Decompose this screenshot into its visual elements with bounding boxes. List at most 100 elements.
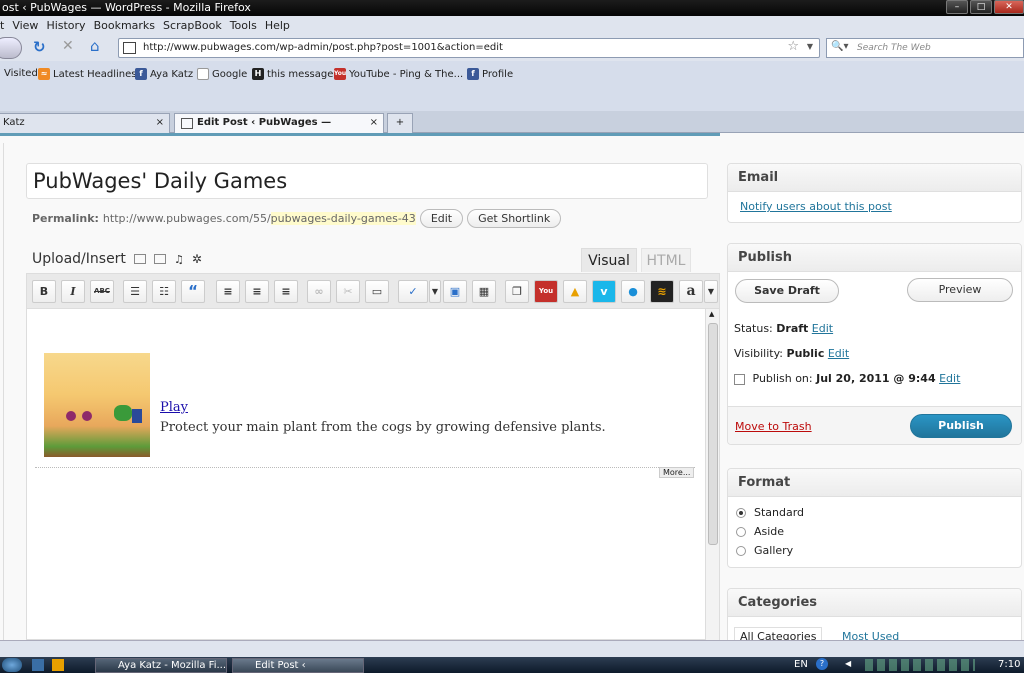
- blockquote-button[interactable]: “: [181, 280, 205, 303]
- help-tray-icon[interactable]: ?: [816, 658, 828, 670]
- add-audio-icon[interactable]: ♫: [174, 253, 184, 266]
- start-icon[interactable]: [2, 658, 22, 672]
- menu-item-scrapbook[interactable]: ScrapBook: [159, 19, 226, 32]
- add-media-icon[interactable]: ✲: [192, 252, 202, 266]
- align-center-icon[interactable]: ≡: [245, 280, 269, 303]
- bookmark-visited[interactable]: Visited: [4, 68, 38, 79]
- kitchen-sink-icon[interactable]: ▦: [472, 280, 496, 303]
- tab-html[interactable]: HTML: [641, 248, 691, 272]
- post-title-input[interactable]: PubWages' Daily Games: [26, 163, 708, 199]
- youtube-icon[interactable]: You: [534, 280, 558, 303]
- task-aya-katz[interactable]: Aya Katz - Mozilla Fi...: [95, 658, 227, 673]
- get-shortlink-button[interactable]: Get Shortlink: [467, 209, 562, 228]
- tray-expand-icon[interactable]: ◀: [845, 659, 851, 668]
- add-image-icon[interactable]: [133, 254, 146, 264]
- tab-aya-katz[interactable]: Katz ×: [0, 113, 170, 133]
- clock[interactable]: 7:10: [998, 659, 1020, 670]
- show-desktop-icon[interactable]: [32, 659, 44, 671]
- menu-item-view[interactable]: View: [8, 19, 42, 32]
- editor-content-area[interactable]: Play Protect your main plant from the co…: [26, 309, 720, 640]
- close-tab-icon[interactable]: ×: [370, 114, 378, 132]
- edit-visibility-link[interactable]: Edit: [828, 347, 849, 360]
- spellcheck-icon[interactable]: ✓: [398, 280, 428, 303]
- permalink-slug[interactable]: pubwages-daily-games-43: [270, 212, 416, 225]
- strikethrough-button[interactable]: ABC: [90, 280, 114, 303]
- save-draft-button[interactable]: Save Draft: [735, 279, 839, 303]
- language-indicator[interactable]: EN: [794, 659, 808, 670]
- firefox-quicklaunch-icon[interactable]: [52, 659, 64, 671]
- task-edit-post[interactable]: Edit Post ‹ PubWage...: [232, 658, 364, 685]
- bookmark-aya-katz[interactable]: f Aya Katz: [135, 68, 193, 80]
- search-icon[interactable]: 🔍▾: [831, 41, 848, 52]
- hubpages-icon: H: [252, 68, 264, 80]
- link-icon[interactable]: ∞: [307, 280, 331, 303]
- format-option-gallery[interactable]: Gallery: [736, 544, 793, 557]
- edit-date-link[interactable]: Edit: [939, 372, 960, 385]
- menu-item-bookmarks[interactable]: Bookmarks: [90, 19, 159, 32]
- add-video-icon[interactable]: [153, 254, 166, 264]
- spellcheck-dropdown-icon[interactable]: ▼: [429, 280, 441, 303]
- italic-button[interactable]: I: [61, 280, 85, 303]
- editor-scrollbar[interactable]: ▲: [705, 309, 719, 640]
- tab-edit-post[interactable]: Edit Post ‹ PubWages — WordPress ×: [174, 113, 384, 146]
- format-option-standard[interactable]: Standard: [736, 506, 804, 519]
- move-to-trash-link[interactable]: Move to Trash: [735, 420, 812, 433]
- tab-most-used[interactable]: Most Used: [842, 630, 899, 640]
- bookmark-google[interactable]: Google: [197, 68, 247, 80]
- format-option-aside[interactable]: Aside: [736, 525, 784, 538]
- bookmark-youtube[interactable]: You YouTube - Ping & The...: [334, 68, 463, 80]
- edit-status-link[interactable]: Edit: [812, 322, 833, 335]
- align-left-icon[interactable]: ≡: [216, 280, 240, 303]
- vimeo-icon[interactable]: v: [592, 280, 616, 303]
- menu-item-help[interactable]: Help: [261, 19, 294, 32]
- play-circle-icon[interactable]: ●: [621, 280, 645, 303]
- maximize-icon[interactable]: □: [970, 0, 992, 14]
- minimize-icon[interactable]: –: [946, 0, 968, 14]
- preview-button[interactable]: Preview: [907, 278, 1013, 302]
- menu-item-history[interactable]: History: [42, 19, 89, 32]
- bookmark-profile[interactable]: f Profile: [467, 68, 513, 80]
- comment-icon[interactable]: ❐: [505, 280, 529, 303]
- edit-permalink-button[interactable]: Edit: [419, 209, 464, 228]
- home-icon[interactable]: ⌂: [90, 37, 100, 55]
- bullet-list-icon[interactable]: ☰: [123, 280, 147, 303]
- new-tab-icon[interactable]: +: [387, 113, 413, 133]
- reload-icon[interactable]: ↻: [33, 38, 46, 56]
- menu-item-edit[interactable]: t: [0, 19, 8, 32]
- rss-icon: ≈: [38, 68, 50, 80]
- amazon-icon[interactable]: a: [679, 280, 703, 303]
- play-link[interactable]: Play: [160, 400, 188, 415]
- close-tab-icon[interactable]: ×: [156, 114, 164, 132]
- publish-button[interactable]: Publish: [910, 414, 1012, 438]
- game-thumbnail-image[interactable]: [44, 353, 150, 457]
- bookmark-this-message[interactable]: Hthis message: [252, 68, 333, 80]
- radio-gallery[interactable]: [736, 546, 746, 556]
- tab-all-categories[interactable]: All Categories: [734, 627, 823, 640]
- embed-icon[interactable]: ≋: [650, 280, 674, 303]
- radio-aside[interactable]: [736, 527, 746, 537]
- notify-users-link[interactable]: Notify users about this post: [740, 200, 892, 213]
- bookmark-latest-headlines[interactable]: ≈ Latest Headlines: [38, 68, 137, 80]
- radio-standard[interactable]: [736, 508, 746, 518]
- scroll-thumb[interactable]: [708, 323, 718, 545]
- url-dropdown-icon[interactable]: ▼: [807, 42, 813, 51]
- insert-more-icon[interactable]: ▭: [365, 280, 389, 303]
- menu-item-tools[interactable]: Tools: [226, 19, 261, 32]
- search-input[interactable]: 🔍▾ Search The Web: [826, 38, 1024, 58]
- fullscreen-icon[interactable]: ▣: [443, 280, 467, 303]
- amazon-dropdown-icon[interactable]: ▼: [704, 280, 718, 303]
- stop-icon[interactable]: ✕: [62, 38, 74, 54]
- align-right-icon[interactable]: ≡: [274, 280, 298, 303]
- site-identity-icon[interactable]: [123, 42, 136, 54]
- close-icon[interactable]: ✕: [994, 0, 1024, 14]
- url-bar[interactable]: http://www.pubwages.com/wp-admin/post.ph…: [118, 38, 820, 58]
- back-forward-icon[interactable]: [0, 37, 22, 59]
- system-tray-icons[interactable]: [865, 659, 975, 671]
- tab-visual[interactable]: Visual: [581, 248, 637, 272]
- unlink-icon[interactable]: ✂: [336, 280, 360, 303]
- bold-button[interactable]: B: [32, 280, 56, 303]
- warning-icon[interactable]: ▲: [563, 280, 587, 303]
- numbered-list-icon[interactable]: ☷: [152, 280, 176, 303]
- scroll-up-icon[interactable]: ▲: [709, 310, 714, 318]
- bookmark-star-icon[interactable]: ☆: [787, 39, 799, 54]
